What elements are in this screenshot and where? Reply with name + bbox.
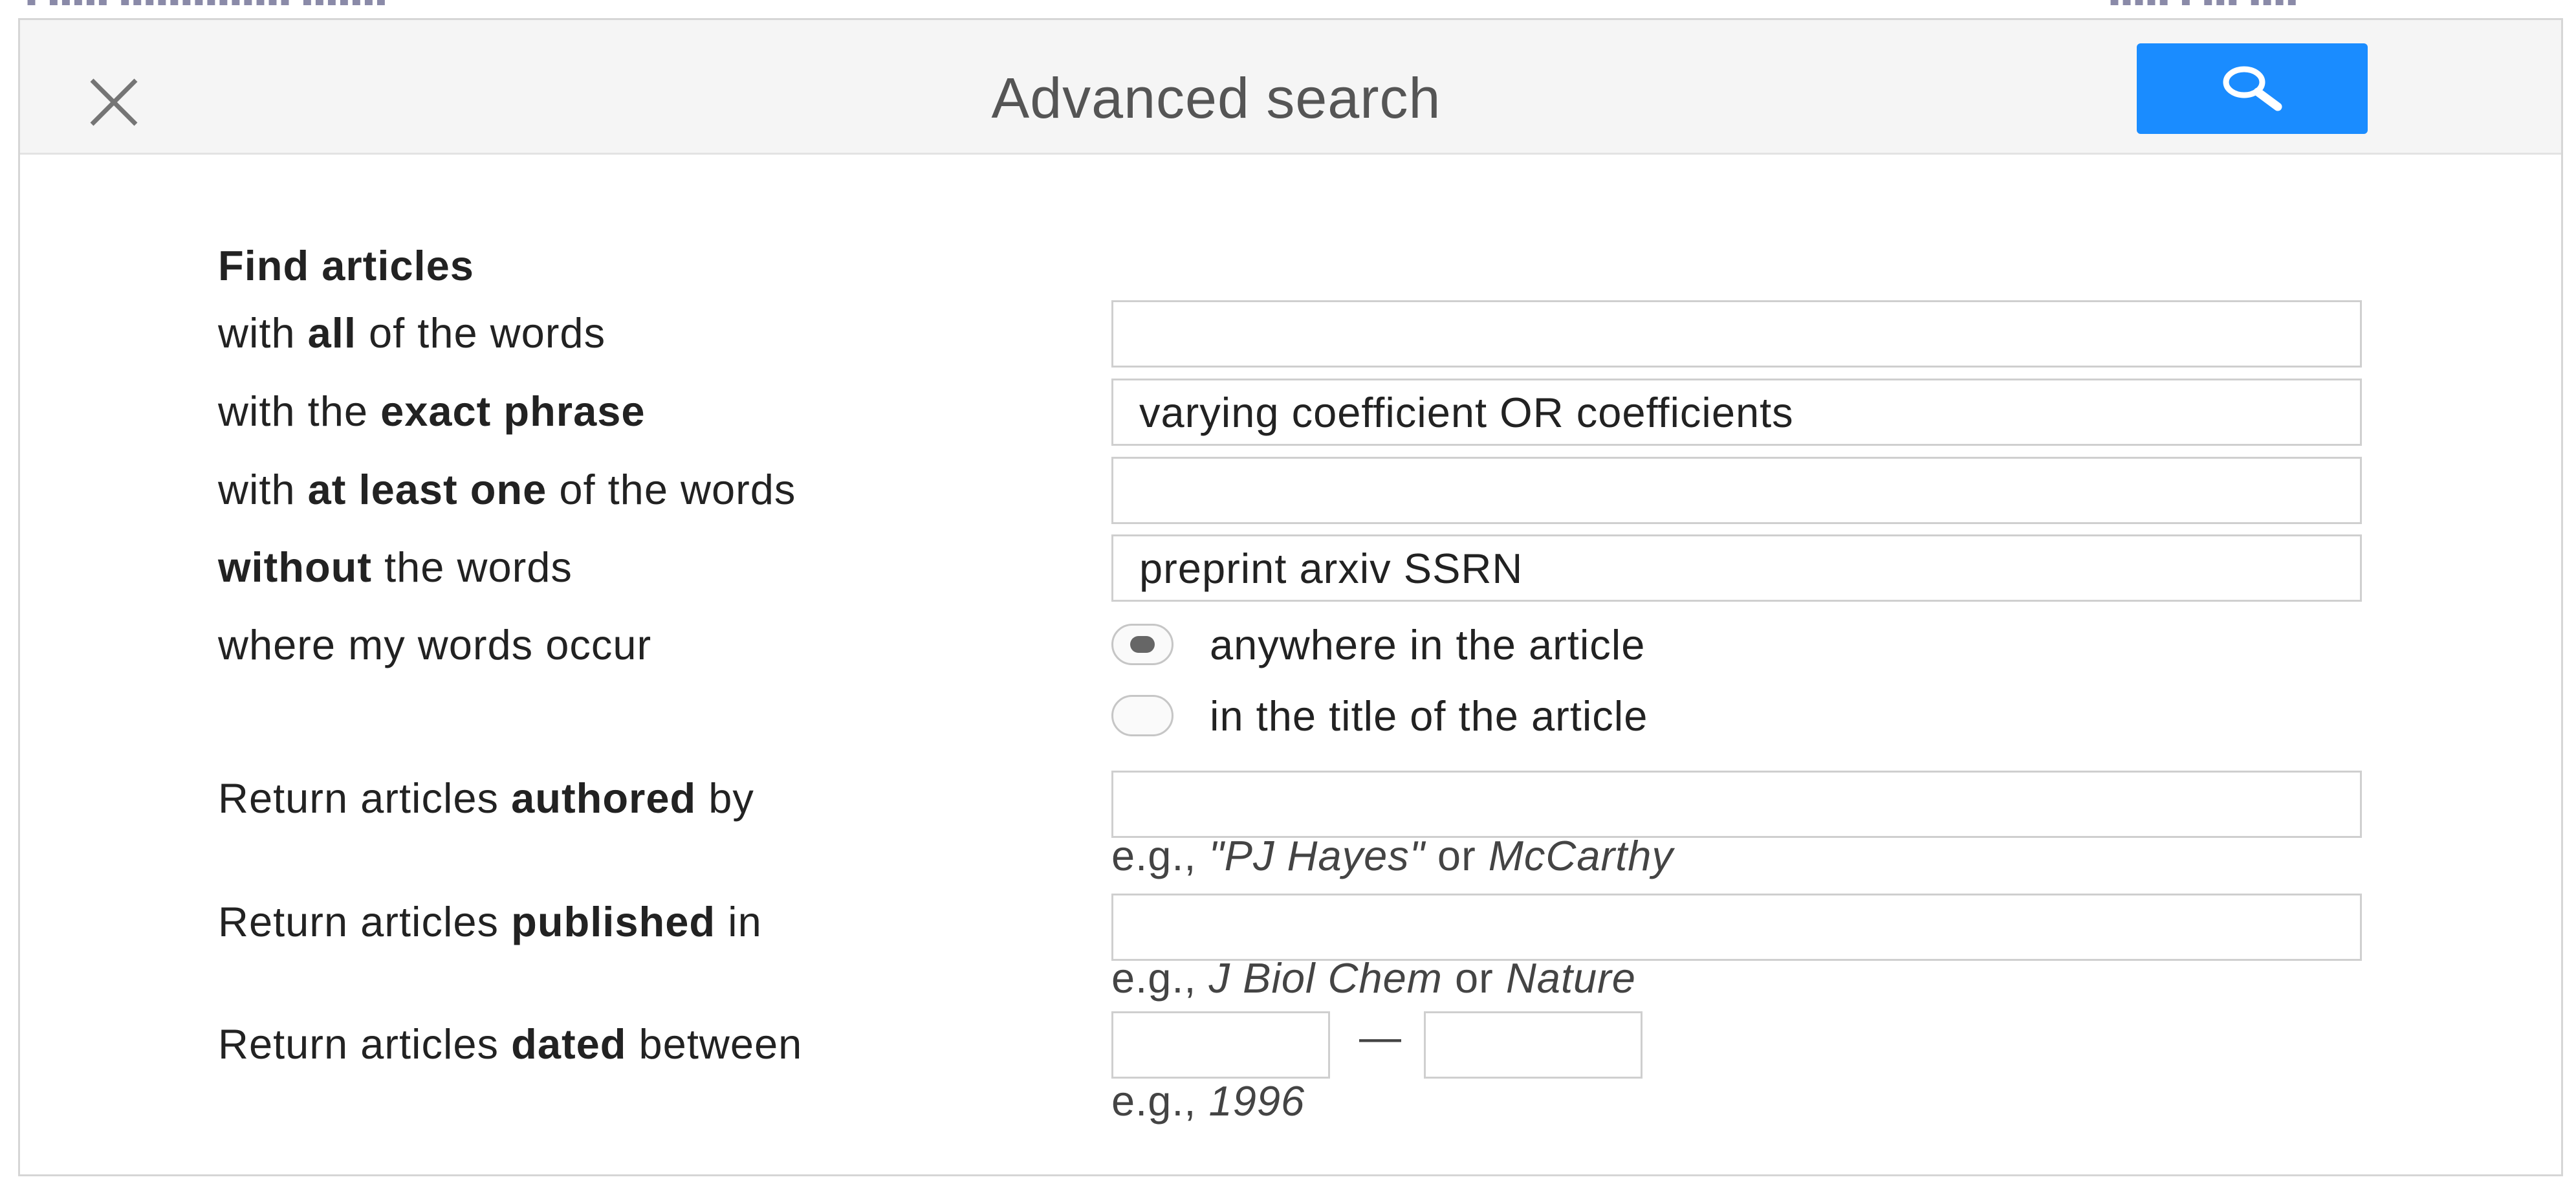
background-text: ▪ ▪▪▪▪▪ ▪▪▪▪▪▪▪▪▪▪▪▪▪▪ ▪▪▪▪▪▪▪: [26, 0, 388, 18]
dated-label: Return articles dated between: [218, 1020, 803, 1068]
authored-label: Return articles authored by: [218, 774, 754, 822]
at-least-one-input[interactable]: [1111, 457, 2362, 524]
background-text: ▪▪▪▪▪ ▪ ▪▪▪ ▪▪▪▪: [2109, 0, 2299, 18]
published-label: Return articles published in: [218, 898, 762, 945]
all-words-label: with all of the words: [218, 309, 606, 357]
section-heading: Find articles: [218, 242, 474, 289]
author-input[interactable]: [1111, 771, 2362, 838]
exact-phrase-label: with the exact phrase: [218, 388, 646, 435]
author-hint: e.g., "PJ Hayes" or McCarthy: [1111, 832, 1674, 879]
search-icon: [2223, 66, 2282, 111]
radio-title-label: in the title of the article: [1210, 692, 1648, 740]
radio-dot: [1130, 636, 1155, 653]
radio-button[interactable]: [1111, 695, 1173, 736]
occur-label: where my words occur: [218, 621, 652, 668]
date-to-input[interactable]: [1424, 1011, 1643, 1079]
dialog-header: Advanced search: [20, 20, 2561, 155]
date-from-input[interactable]: [1111, 1011, 1330, 1079]
at-least-one-label: with at least one of the words: [218, 466, 796, 513]
date-separator: —: [1359, 1013, 1401, 1060]
exact-phrase-input[interactable]: [1111, 379, 2362, 446]
radio-anywhere-label: anywhere in the article: [1210, 620, 1646, 668]
radio-button-selected[interactable]: [1111, 624, 1173, 665]
radio-title[interactable]: in the title of the article: [1111, 686, 1648, 745]
advanced-search-dialog: Advanced search Find articles with all o…: [18, 18, 2563, 1176]
publication-hint: e.g., J Biol Chem or Nature: [1111, 954, 1636, 1002]
all-words-input[interactable]: [1111, 300, 2362, 368]
date-hint: e.g., 1996: [1111, 1077, 1305, 1125]
without-words-input[interactable]: [1111, 534, 2362, 602]
publication-input[interactable]: [1111, 894, 2362, 961]
search-button[interactable]: [2137, 43, 2368, 134]
radio-anywhere[interactable]: anywhere in the article: [1111, 615, 1645, 674]
without-words-label: without the words: [218, 544, 573, 591]
